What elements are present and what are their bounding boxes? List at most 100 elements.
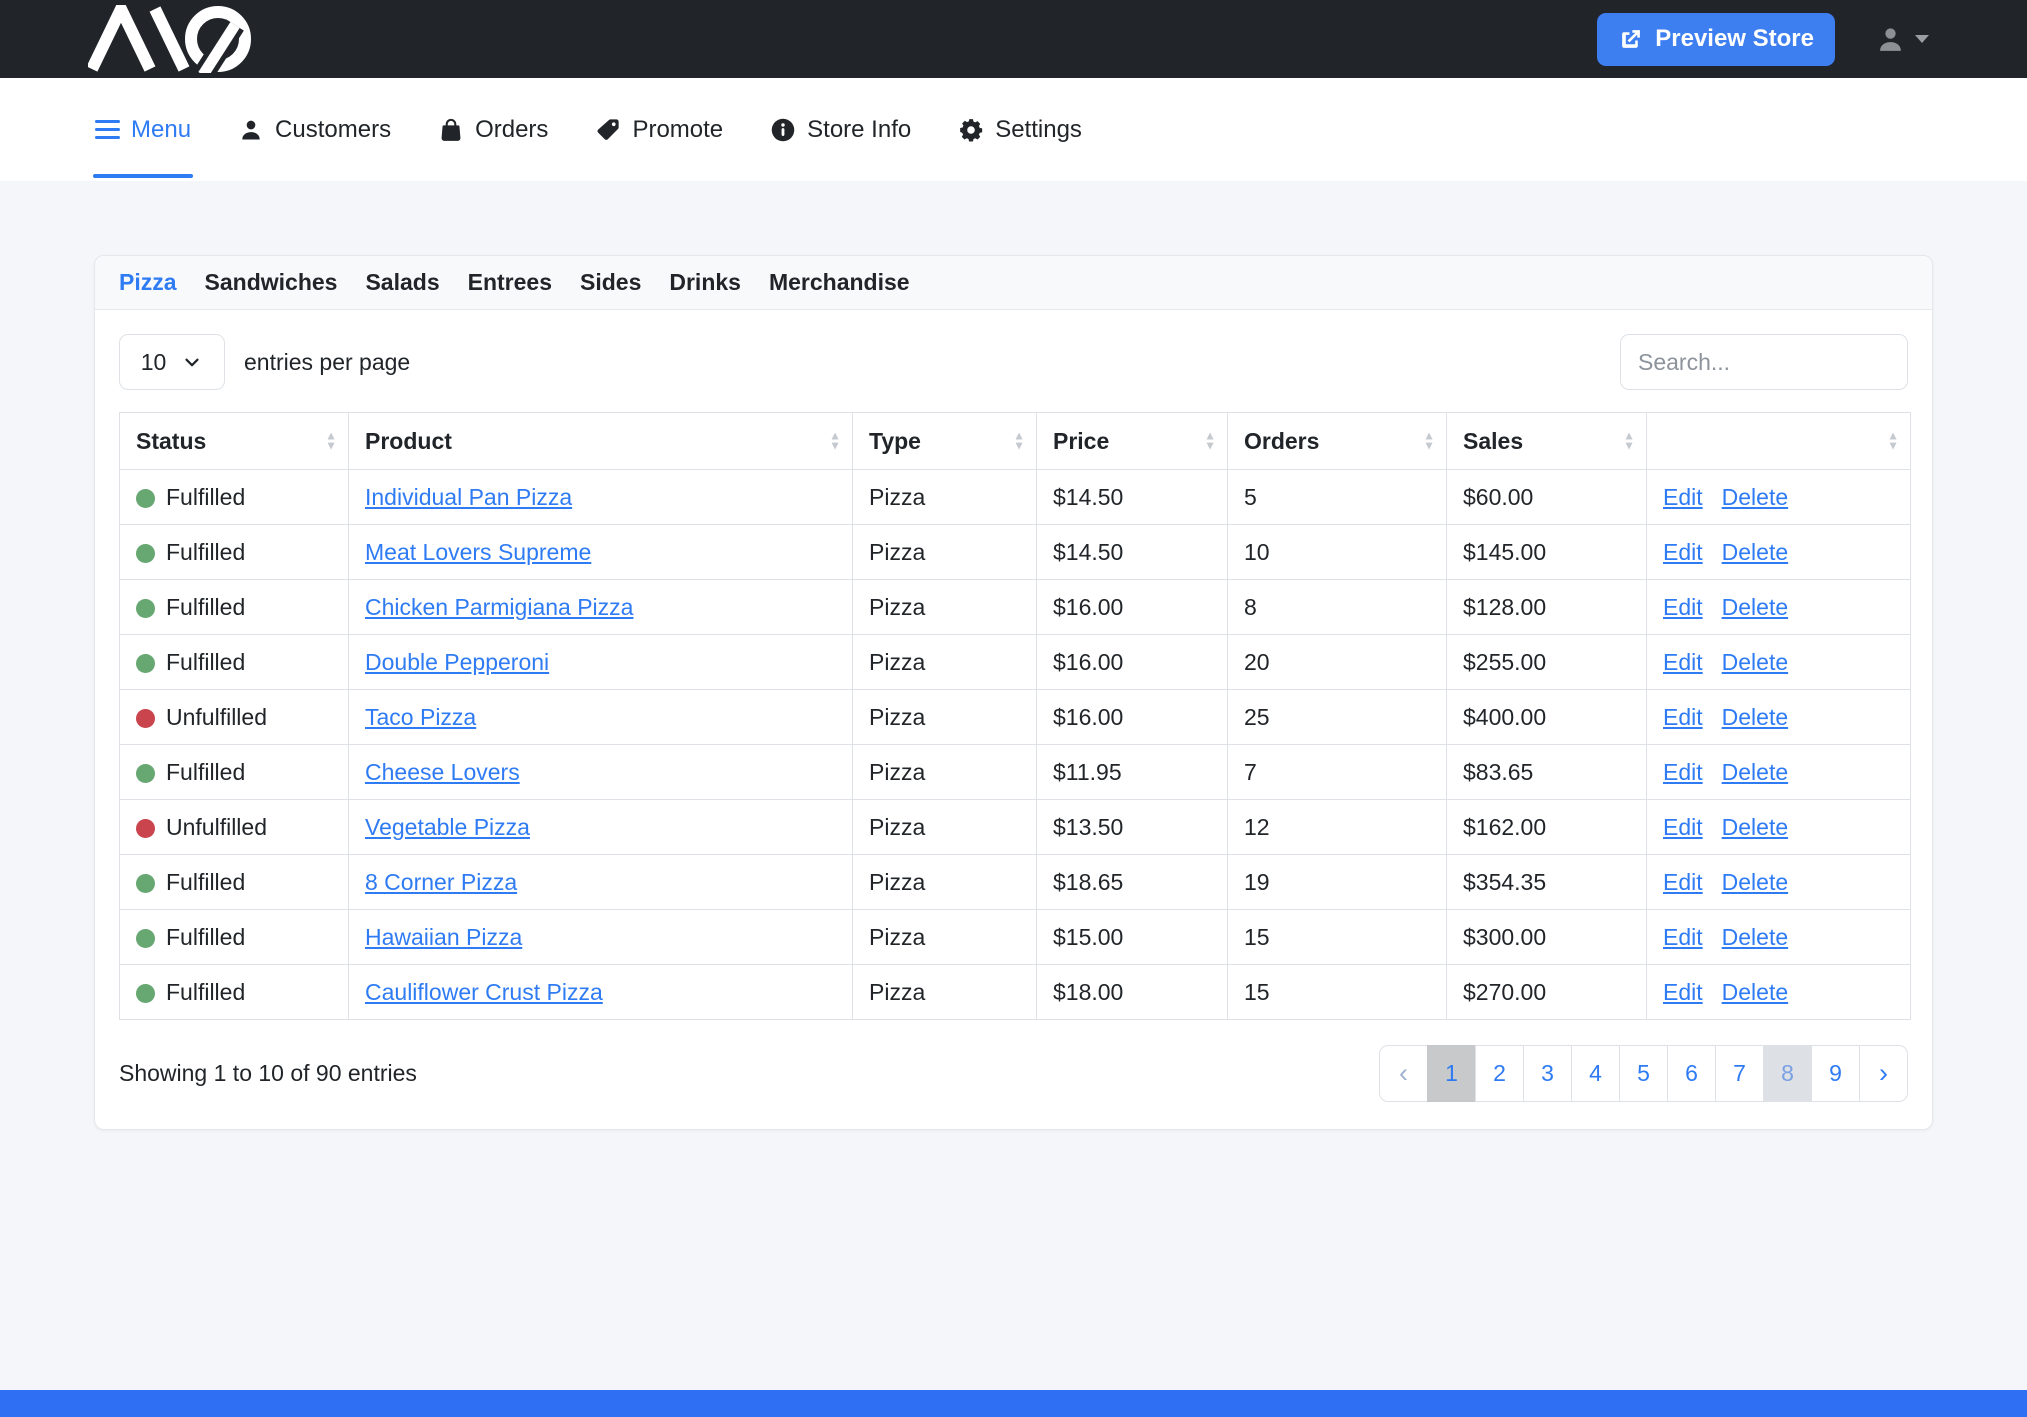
delete-link[interactable]: Delete: [1722, 649, 1788, 675]
pagination-page-7[interactable]: 7: [1715, 1045, 1764, 1102]
column-header-orders[interactable]: Orders▲▼: [1228, 413, 1447, 470]
edit-link[interactable]: Edit: [1663, 979, 1703, 1005]
product-link[interactable]: Meat Lovers Supreme: [365, 539, 591, 565]
edit-link[interactable]: Edit: [1663, 924, 1703, 950]
actions-cell: Edit Delete: [1647, 745, 1911, 800]
status-cell: Fulfilled: [120, 965, 349, 1020]
edit-link[interactable]: Edit: [1663, 649, 1703, 675]
price-cell: $11.95: [1037, 745, 1228, 800]
tab-entrees[interactable]: Entrees: [468, 269, 552, 296]
delete-link[interactable]: Delete: [1722, 759, 1788, 785]
type-cell: Pizza: [853, 470, 1037, 525]
pagination-page-3[interactable]: 3: [1523, 1045, 1572, 1102]
status-label: Unfulfilled: [166, 814, 267, 840]
delete-link[interactable]: Delete: [1722, 594, 1788, 620]
hamburger-icon: [95, 120, 120, 140]
brand-logo[interactable]: [88, 5, 252, 73]
tab-sandwiches[interactable]: Sandwiches: [205, 269, 338, 296]
edit-link[interactable]: Edit: [1663, 484, 1703, 510]
product-link[interactable]: Vegetable Pizza: [365, 814, 530, 840]
entries-per-page-select[interactable]: 10: [119, 334, 225, 390]
pagination-prev[interactable]: ‹: [1379, 1045, 1428, 1102]
nav-item-menu[interactable]: Menu: [95, 78, 191, 181]
pagination-page-4[interactable]: 4: [1571, 1045, 1620, 1102]
status-dot: [136, 544, 155, 563]
nav-item-store-info[interactable]: Store Info: [770, 78, 911, 181]
status-dot: [136, 489, 155, 508]
delete-link[interactable]: Delete: [1722, 484, 1788, 510]
edit-link[interactable]: Edit: [1663, 594, 1703, 620]
nav-item-promote[interactable]: Promote: [595, 78, 723, 181]
price-cell: $18.00: [1037, 965, 1228, 1020]
product-cell: Meat Lovers Supreme: [349, 525, 853, 580]
actions-cell: Edit Delete: [1647, 965, 1911, 1020]
actions-cell: Edit Delete: [1647, 580, 1911, 635]
delete-link[interactable]: Delete: [1722, 814, 1788, 840]
price-cell: $16.00: [1037, 690, 1228, 745]
delete-link[interactable]: Delete: [1722, 704, 1788, 730]
table-row: UnfulfilledVegetable PizzaPizza$13.5012$…: [120, 800, 1911, 855]
sales-cell: $145.00: [1447, 525, 1647, 580]
sales-cell: $354.35: [1447, 855, 1647, 910]
product-link[interactable]: Hawaiian Pizza: [365, 924, 522, 950]
nav-item-customers[interactable]: Customers: [238, 78, 391, 181]
edit-link[interactable]: Edit: [1663, 539, 1703, 565]
caret-down-icon: [1915, 35, 1929, 43]
product-link[interactable]: Cheese Lovers: [365, 759, 520, 785]
table-row: UnfulfilledTaco PizzaPizza$16.0025$400.0…: [120, 690, 1911, 745]
tab-sides[interactable]: Sides: [580, 269, 641, 296]
product-link[interactable]: 8 Corner Pizza: [365, 869, 517, 895]
edit-link[interactable]: Edit: [1663, 759, 1703, 785]
price-cell: $13.50: [1037, 800, 1228, 855]
product-link[interactable]: Chicken Parmigiana Pizza: [365, 594, 633, 620]
delete-link[interactable]: Delete: [1722, 869, 1788, 895]
tab-drinks[interactable]: Drinks: [669, 269, 741, 296]
product-cell: Hawaiian Pizza: [349, 910, 853, 965]
type-cell: Pizza: [853, 910, 1037, 965]
type-cell: Pizza: [853, 690, 1037, 745]
user-menu[interactable]: [1875, 24, 1929, 55]
sort-icons: ▲▼: [1887, 431, 1899, 450]
status-label: Fulfilled: [166, 484, 245, 510]
status-cell: Fulfilled: [120, 635, 349, 690]
product-link[interactable]: Individual Pan Pizza: [365, 484, 572, 510]
status-cell: Fulfilled: [120, 855, 349, 910]
product-link[interactable]: Double Pepperoni: [365, 649, 549, 675]
edit-link[interactable]: Edit: [1663, 869, 1703, 895]
delete-link[interactable]: Delete: [1722, 924, 1788, 950]
column-header-sales[interactable]: Sales▲▼: [1447, 413, 1647, 470]
pagination-page-8[interactable]: 8: [1763, 1045, 1812, 1102]
column-header-product[interactable]: Product▲▼: [349, 413, 853, 470]
pagination-page-2[interactable]: 2: [1475, 1045, 1524, 1102]
sort-icons: ▲▼: [325, 431, 337, 450]
column-label: Type: [869, 428, 921, 454]
column-header-price[interactable]: Price▲▼: [1037, 413, 1228, 470]
pagination-page-9[interactable]: 9: [1811, 1045, 1860, 1102]
column-header-status[interactable]: Status ▲▼: [120, 413, 349, 470]
column-header-actions[interactable]: ▲▼: [1647, 413, 1911, 470]
orders-cell: 12: [1228, 800, 1447, 855]
pagination-page-5[interactable]: 5: [1619, 1045, 1668, 1102]
search-input[interactable]: [1620, 334, 1908, 390]
delete-link[interactable]: Delete: [1722, 539, 1788, 565]
column-header-type[interactable]: Type▲▼: [853, 413, 1037, 470]
edit-link[interactable]: Edit: [1663, 814, 1703, 840]
pagination: ‹123456789›: [1379, 1045, 1908, 1102]
status-label: Fulfilled: [166, 869, 245, 895]
nav-item-orders[interactable]: Orders: [438, 78, 548, 181]
tab-pizza[interactable]: Pizza: [119, 269, 177, 296]
edit-link[interactable]: Edit: [1663, 704, 1703, 730]
pagination-page-6[interactable]: 6: [1667, 1045, 1716, 1102]
pagination-next[interactable]: ›: [1859, 1045, 1908, 1102]
sales-cell: $83.65: [1447, 745, 1647, 800]
pagination-page-1[interactable]: 1: [1427, 1045, 1476, 1102]
preview-store-button[interactable]: Preview Store: [1597, 13, 1835, 66]
delete-link[interactable]: Delete: [1722, 979, 1788, 1005]
status-label: Fulfilled: [166, 924, 245, 950]
product-link[interactable]: Cauliflower Crust Pizza: [365, 979, 603, 1005]
product-link[interactable]: Taco Pizza: [365, 704, 476, 730]
tab-salads[interactable]: Salads: [365, 269, 439, 296]
nav-item-settings[interactable]: Settings: [958, 78, 1082, 181]
column-label: Status: [136, 428, 206, 454]
tab-merchandise[interactable]: Merchandise: [769, 269, 910, 296]
